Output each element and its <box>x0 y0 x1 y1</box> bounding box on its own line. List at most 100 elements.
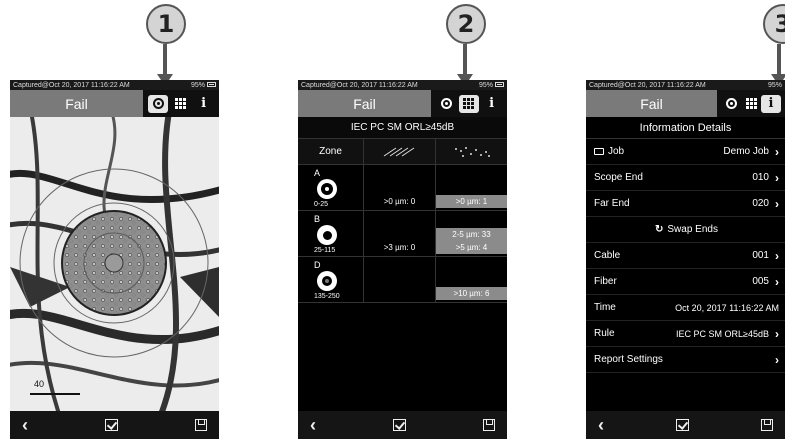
title-bar: Fail i <box>298 90 507 117</box>
checkbox-icon[interactable] <box>393 419 406 431</box>
zone-letter: A <box>314 168 321 178</box>
phone-information-view: Captured@Oct 20, 2017 11:16:22 AM 95% Fa… <box>586 80 785 439</box>
grid-icon <box>463 98 475 109</box>
swap-ends-label: Swap Ends <box>667 224 718 235</box>
battery-status: 95% <box>479 82 504 89</box>
zone-d-icon <box>317 271 337 291</box>
scratch-icon <box>383 147 414 156</box>
zone-row-b: B 25-115 >3 µm: 0 2-5 µm: 33 >5 µm: 4 <box>298 211 507 257</box>
callout-1: 1 <box>146 4 186 44</box>
far-end-row[interactable]: Far End 020 › <box>586 191 785 217</box>
status-bar: Captured@Oct 20, 2017 11:16:22 AM 95% <box>586 80 785 90</box>
fiber-endface-image[interactable]: 40 <box>10 117 219 411</box>
save-icon[interactable] <box>195 419 207 431</box>
phone-fiber-image-view: Captured@Oct 20, 2017 11:16:22 AM 95% Fa… <box>10 80 219 439</box>
back-chevron-icon[interactable]: ‹ <box>310 415 316 436</box>
capture-timestamp: Captured@Oct 20, 2017 11:16:22 AM <box>589 81 706 89</box>
report-settings-row[interactable]: Report Settings › <box>586 347 785 373</box>
chevron-right-icon: › <box>775 326 779 341</box>
chevron-right-icon: › <box>775 196 779 211</box>
save-icon[interactable] <box>761 419 773 431</box>
zone-b-icon <box>317 225 337 245</box>
chevron-right-icon: › <box>775 248 779 263</box>
time-row: Time Oct 20, 2017 11:16:22 AM <box>586 295 785 321</box>
results-table-view-button[interactable] <box>458 94 479 113</box>
table-header: Zone <box>298 139 507 165</box>
cable-row[interactable]: Cable 001 › <box>586 243 785 269</box>
chevron-right-icon: › <box>775 170 779 185</box>
back-chevron-icon[interactable]: ‹ <box>598 415 604 436</box>
chevron-right-icon: › <box>775 144 779 159</box>
status-bar: Captured@Oct 20, 2017 11:16:22 AM 95% <box>10 80 219 90</box>
save-icon[interactable] <box>483 419 495 431</box>
defect-count: >5 µm: 4 <box>436 241 507 254</box>
defect-count: >10 µm: 6 <box>436 287 507 300</box>
bottom-bar: ‹ <box>586 411 785 439</box>
zone-a-icon <box>317 179 337 199</box>
fiber-endface-graphic <box>10 117 219 411</box>
scratches-column-header <box>364 139 436 164</box>
time-value: Oct 20, 2017 11:16:22 AM <box>675 302 779 313</box>
scope-end-value: 010 <box>752 172 769 183</box>
zone-range: 135-250 <box>314 293 340 300</box>
zone-row-d: D 135-250 >10 µm: 6 <box>298 257 507 303</box>
scope-end-row[interactable]: Scope End 010 › <box>586 165 785 191</box>
checkbox-icon[interactable] <box>676 419 689 431</box>
job-value-wrap: Demo Job › <box>723 145 779 159</box>
rule-row[interactable]: Rule IEC PC SM ORL≥45dB › <box>586 321 785 347</box>
fiber-image-view-button[interactable] <box>721 95 741 113</box>
scratch-count: >0 µm: 0 <box>383 197 416 206</box>
time-label: Time <box>594 302 616 313</box>
far-end-value: 020 <box>752 198 769 209</box>
defect-count: >0 µm: 1 <box>436 195 507 208</box>
time-value-wrap: Oct 20, 2017 11:16:22 AM <box>675 303 779 313</box>
callout-1-arrow <box>163 44 167 78</box>
rule-value: IEC PC SM ORL≥45dB <box>676 328 769 339</box>
view-switcher: i <box>717 90 785 117</box>
zone-row-a: A 0-25 >0 µm: 0 >0 µm: 1 <box>298 165 507 211</box>
scope-end-label: Scope End <box>594 172 643 183</box>
battery-status: 95% <box>191 82 216 89</box>
info-icon[interactable]: i <box>194 95 214 113</box>
fiber-image-view-button[interactable] <box>436 95 456 113</box>
job-value: Demo Job <box>723 146 769 157</box>
folder-icon <box>594 147 604 155</box>
callout-3-arrow <box>777 44 781 78</box>
swap-ends-button[interactable]: ↻ Swap Ends <box>586 217 785 243</box>
bottom-bar: ‹ <box>298 411 507 439</box>
defects-column-header <box>436 139 507 164</box>
cable-label: Cable <box>594 250 621 261</box>
zone-letter: B <box>314 214 321 224</box>
results-table-view-button[interactable] <box>171 95 191 113</box>
scale-bar-label: 40 <box>34 379 45 389</box>
fiber-label: Fiber <box>594 276 617 287</box>
view-switcher: i <box>143 90 219 117</box>
scale-bar <box>30 393 80 395</box>
defect-icon <box>454 146 490 157</box>
fiber-value-wrap: 005 › <box>752 275 779 289</box>
fiber-image-view-button[interactable] <box>148 94 169 113</box>
back-chevron-icon[interactable]: ‹ <box>22 415 28 436</box>
status-bar: Captured@Oct 20, 2017 11:16:22 AM 95% <box>298 80 507 90</box>
scratch-count: >3 µm: 0 <box>383 243 416 252</box>
rule-value-wrap: IEC PC SM ORL≥45dB › <box>676 327 779 341</box>
checkbox-icon[interactable] <box>105 419 118 431</box>
results-table-view-button[interactable] <box>741 95 761 113</box>
defect-cell: >0 µm: 1 <box>436 165 507 210</box>
fiber-value: 005 <box>752 276 769 287</box>
fiber-row[interactable]: Fiber 005 › <box>586 269 785 295</box>
scratch-cell: >0 µm: 0 <box>364 165 436 210</box>
title-bar: Fail i <box>10 90 219 117</box>
far-end-label: Far End <box>594 198 630 209</box>
info-icon[interactable]: i <box>482 95 502 113</box>
result-fail-label: Fail <box>298 90 431 117</box>
report-settings-label: Report Settings <box>594 354 663 365</box>
target-icon <box>725 98 737 109</box>
info-icon[interactable]: i <box>761 94 781 113</box>
zone-results-table: Zone A 0-25 >0 µm: 0 >0 µm: 1 B 25-115 >… <box>298 139 507 303</box>
target-icon <box>440 98 452 109</box>
callout-2: 2 <box>446 4 486 44</box>
zone-cell: D 135-250 <box>298 257 364 302</box>
rule-name: IEC PC SM ORL≥45dB <box>298 117 507 139</box>
job-row[interactable]: Job Demo Job › <box>586 139 785 165</box>
